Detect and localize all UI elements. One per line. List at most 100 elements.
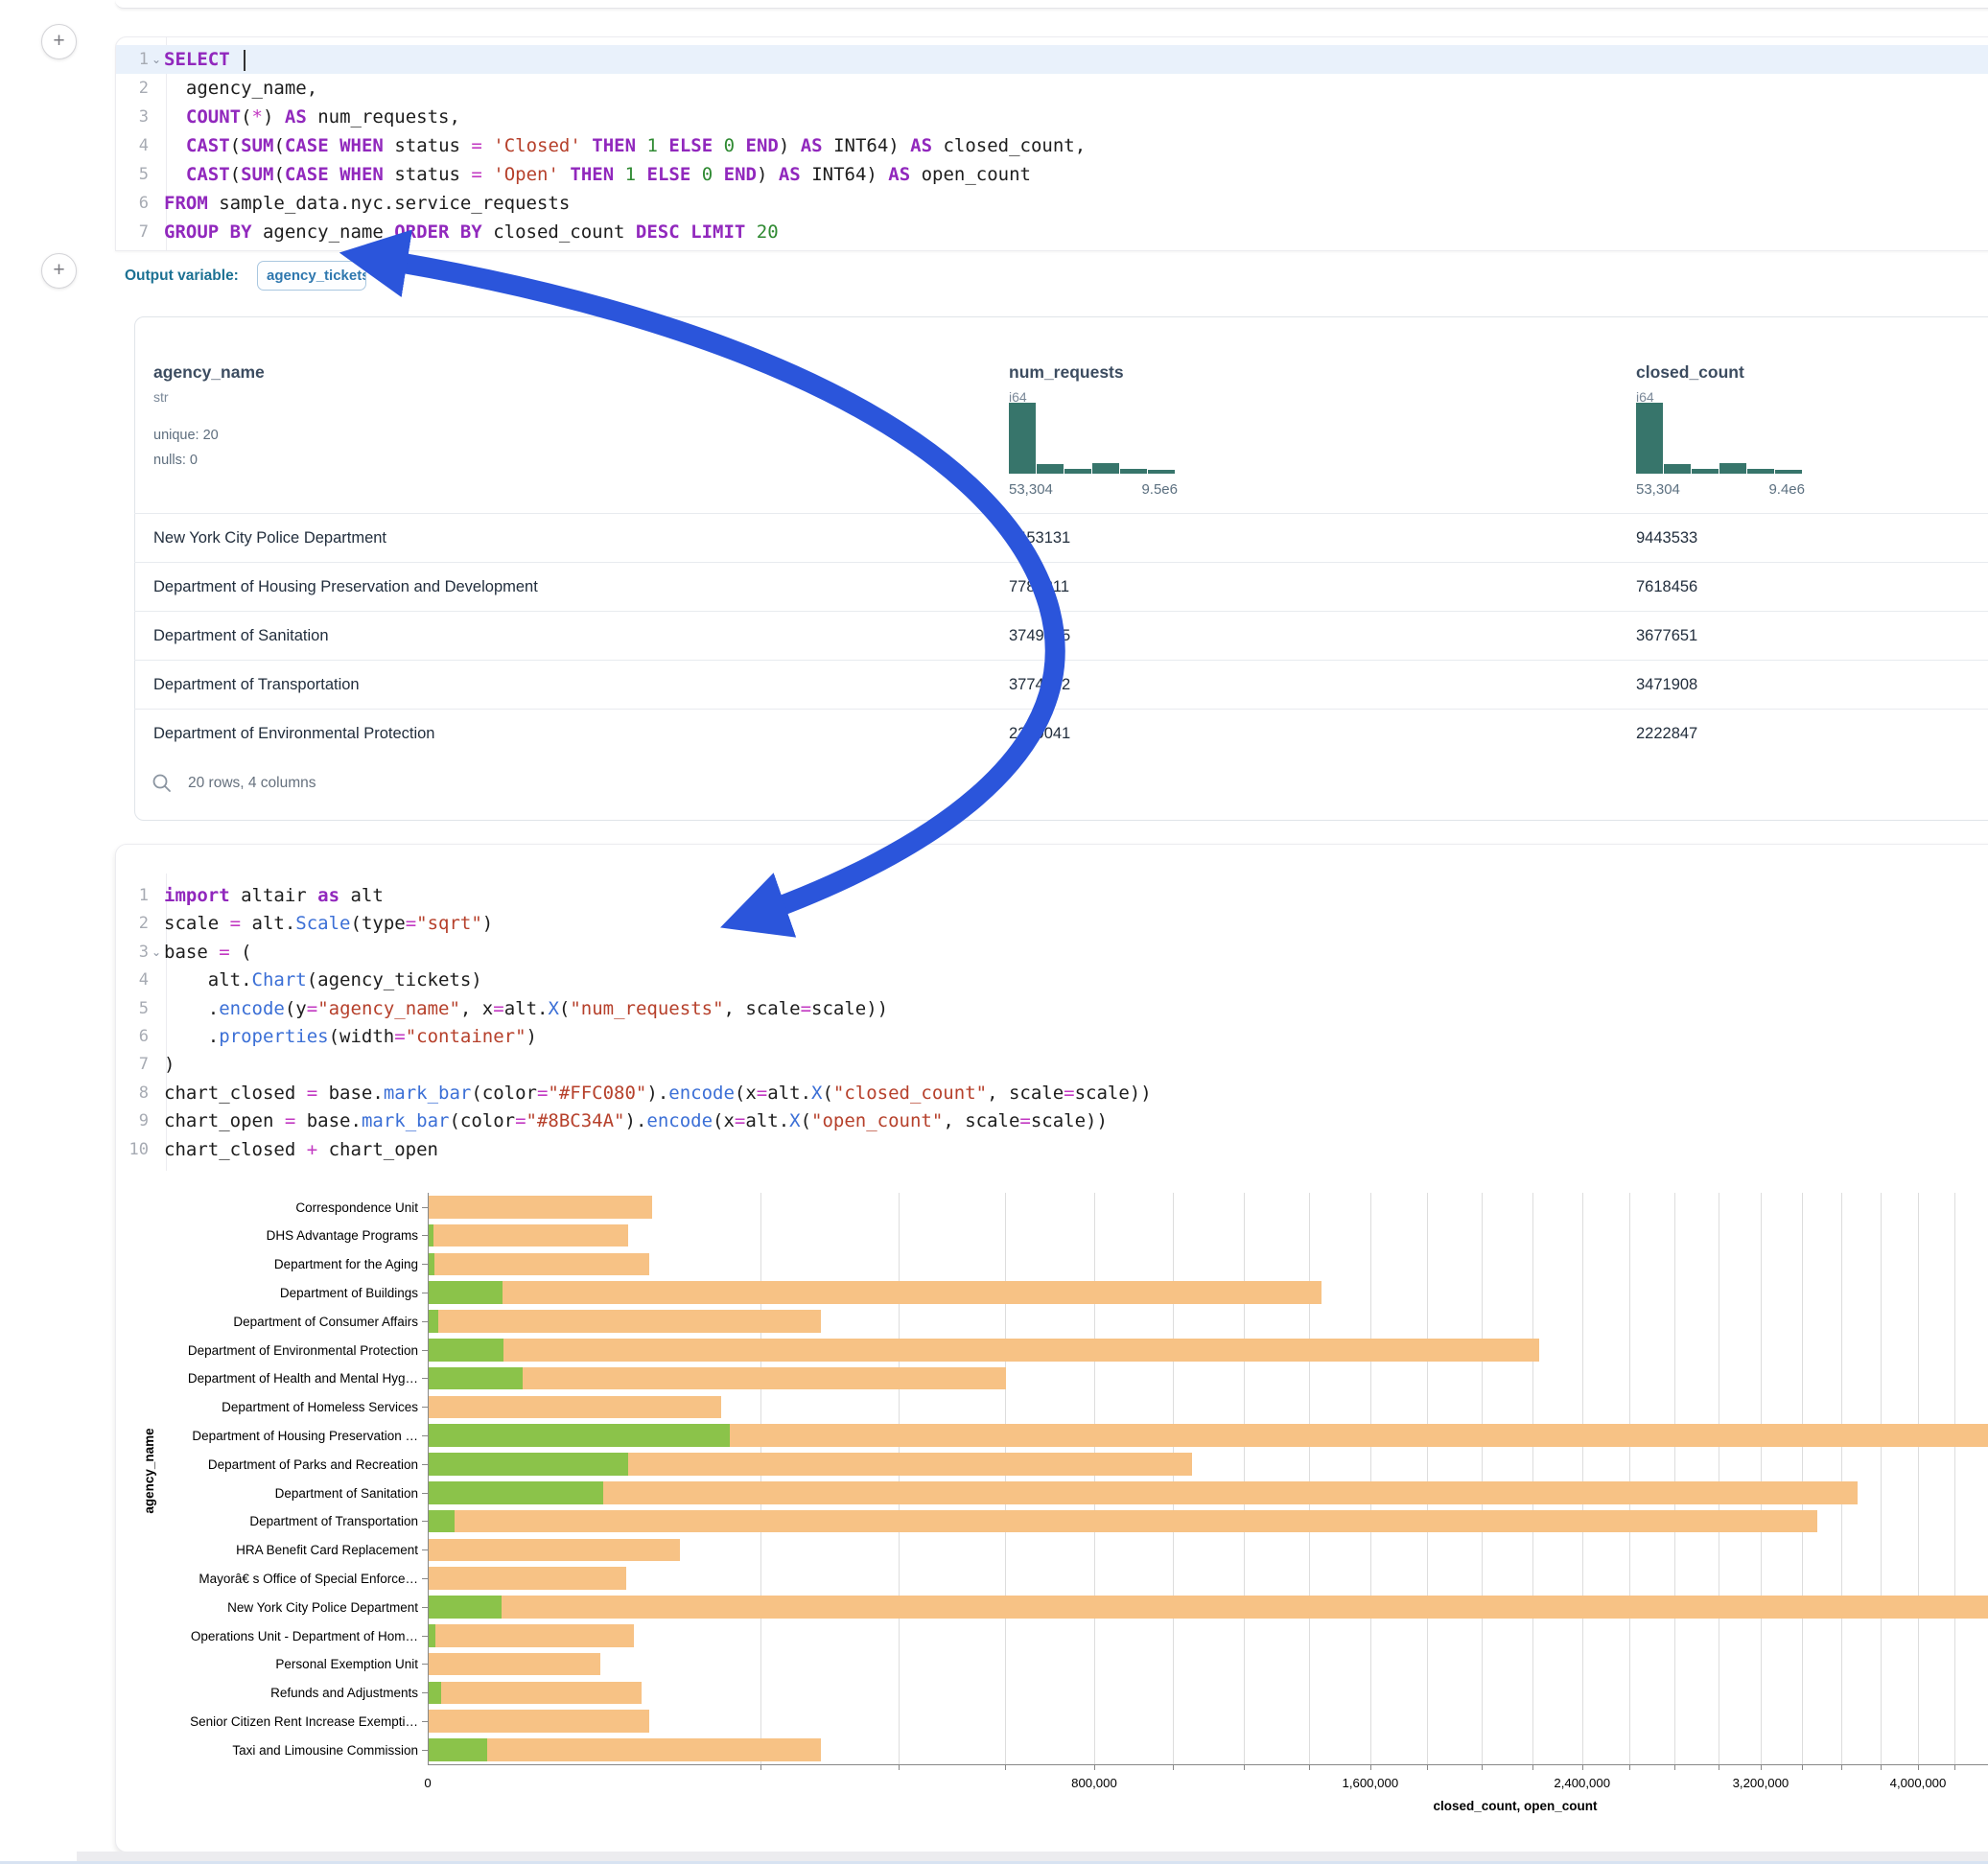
line-number: 3 xyxy=(116,103,149,131)
code-text: chart_open = base.mark_bar(color="#8BC34… xyxy=(164,1110,1108,1131)
code-line[interactable]: 9chart_open = base.mark_bar(color="#8BC3… xyxy=(116,1107,1988,1135)
closed-count-bar xyxy=(429,1281,1321,1304)
open-count-bar xyxy=(429,1596,502,1619)
cell-num-requests: 3749485 xyxy=(1009,612,1070,661)
closed-count-bar xyxy=(429,1310,821,1333)
column-header-agency-name[interactable]: agency_name xyxy=(153,362,265,383)
closed-count-bar xyxy=(429,1224,628,1247)
code-text: CAST(SUM(CASE WHEN status = 'Open' THEN … xyxy=(164,164,1031,185)
closed-count-bar xyxy=(429,1653,600,1676)
chart-gridline xyxy=(1370,1193,1371,1764)
add-cell-button[interactable]: + xyxy=(41,24,77,59)
page-bottom-band xyxy=(77,1852,1988,1861)
x-axis-tick xyxy=(1954,1765,1955,1770)
code-line[interactable]: 5 .encode(y="agency_name", x=alt.X("num_… xyxy=(116,995,1988,1023)
code-text: FROM sample_data.nyc.service_requests xyxy=(164,193,570,214)
y-axis-tick xyxy=(422,1636,428,1637)
code-line[interactable]: 4 alt.Chart(agency_tickets) xyxy=(116,967,1988,994)
code-line[interactable]: 3⌄base = ( xyxy=(116,939,1988,967)
closed-count-bar xyxy=(429,1196,652,1219)
y-axis-title: agency_name xyxy=(142,1375,156,1567)
closed-count-bar xyxy=(429,1510,1817,1533)
y-axis-tick xyxy=(422,1435,428,1436)
cell-closed-count: 7618456 xyxy=(1636,563,1697,612)
y-axis-tick xyxy=(422,1578,428,1579)
code-line[interactable]: 6 .properties(width="container") xyxy=(116,1023,1988,1051)
python-code-editor[interactable]: 1import altair as alt2scale = alt.Scale(… xyxy=(116,882,1988,1164)
y-axis-line xyxy=(428,1193,429,1764)
code-text: GROUP BY agency_name ORDER BY closed_cou… xyxy=(164,221,779,243)
x-axis-tick xyxy=(1802,1765,1803,1770)
code-line[interactable]: 2scale = alt.Scale(type="sqrt") xyxy=(116,910,1988,938)
open-count-bar xyxy=(429,1682,441,1705)
table-row: Department of Environmental Protection22… xyxy=(134,709,1988,758)
closed-count-bar xyxy=(429,1738,821,1761)
open-count-bar xyxy=(429,1310,438,1333)
x-axis-tick xyxy=(1918,1765,1919,1770)
fold-chevron-icon[interactable]: ⌄ xyxy=(149,45,164,74)
code-line[interactable]: 7) xyxy=(116,1051,1988,1079)
histogram-bar xyxy=(1009,403,1036,474)
column-stat-nulls: nulls: 0 xyxy=(153,453,198,468)
y-axis-label: Department of Parks and Recreation xyxy=(0,1457,418,1472)
code-line[interactable]: 10chart_closed + chart_open xyxy=(116,1136,1988,1164)
histogram-min-label: 53,304 xyxy=(1636,481,1680,498)
output-variable-input[interactable]: agency_tickets xyxy=(257,261,366,291)
code-line[interactable]: 1import altair as alt xyxy=(116,882,1988,910)
open-count-bar xyxy=(429,1367,523,1390)
x-axis-tick-label: 800,000 xyxy=(1071,1776,1117,1790)
closed-count-bar xyxy=(429,1339,1539,1362)
fold-chevron-icon[interactable]: ⌄ xyxy=(149,939,164,967)
histogram-bar xyxy=(1120,469,1147,474)
line-number: 1 xyxy=(116,882,149,910)
chart-gridline xyxy=(1954,1193,1955,1764)
code-line[interactable]: 6FROM sample_data.nyc.service_requests xyxy=(116,189,1988,218)
search-icon[interactable] xyxy=(152,773,173,794)
closed-count-bar xyxy=(429,1682,642,1705)
code-line[interactable]: 3 COUNT(*) AS num_requests, xyxy=(116,103,1988,131)
code-text: .encode(y="agency_name", x=alt.X("num_re… xyxy=(164,998,888,1019)
closed-count-bar xyxy=(429,1539,680,1562)
chart-gridline xyxy=(1802,1193,1803,1764)
y-axis-tick xyxy=(422,1549,428,1550)
x-axis-tick xyxy=(899,1765,900,1770)
y-axis-tick xyxy=(422,1664,428,1665)
sql-code-editor[interactable]: 1⌄SELECT 2 agency_name,3 COUNT(*) AS num… xyxy=(116,45,1988,246)
column-header-closed-count[interactable]: closed_count xyxy=(1636,362,1744,383)
chart-gridline xyxy=(1761,1193,1762,1764)
code-line[interactable]: 8chart_closed = base.mark_bar(color="#FF… xyxy=(116,1080,1988,1107)
num-requests-histogram xyxy=(1009,403,1178,474)
code-line[interactable]: 1⌄SELECT xyxy=(116,45,1988,74)
code-text: CAST(SUM(CASE WHEN status = 'Closed' THE… xyxy=(164,135,1086,156)
code-line[interactable]: 7GROUP BY agency_name ORDER BY closed_co… xyxy=(116,218,1988,246)
histogram-bar xyxy=(1064,469,1091,474)
open-count-bar xyxy=(429,1453,628,1476)
cell-num-requests: 3774892 xyxy=(1009,661,1070,710)
code-text: ) xyxy=(164,1054,175,1075)
code-text: COUNT(*) AS num_requests, xyxy=(164,106,460,128)
closed-count-bar xyxy=(429,1567,626,1590)
table-search[interactable] xyxy=(152,773,173,799)
y-axis-label: Department of Transportation xyxy=(0,1514,418,1528)
chart-gridline xyxy=(1881,1193,1882,1764)
chart-gridline xyxy=(1427,1193,1428,1764)
histogram-bar xyxy=(1692,469,1719,474)
line-number: 1 xyxy=(116,45,149,74)
add-cell-button[interactable]: + xyxy=(41,253,77,289)
y-axis-tick xyxy=(422,1264,428,1265)
code-line[interactable]: 4 CAST(SUM(CASE WHEN status = 'Closed' T… xyxy=(116,131,1988,160)
text-cursor xyxy=(244,50,246,71)
closed-count-bar xyxy=(429,1624,634,1647)
code-line[interactable]: 5 CAST(SUM(CASE WHEN status = 'Open' THE… xyxy=(116,160,1988,189)
column-header-num-requests[interactable]: num_requests xyxy=(1009,362,1124,383)
cell-agency-name: Department of Sanitation xyxy=(153,612,329,661)
y-axis-tick xyxy=(422,1750,428,1751)
y-axis-tick xyxy=(422,1607,428,1608)
code-line[interactable]: 2 agency_name, xyxy=(116,74,1988,103)
x-axis-tick xyxy=(1532,1765,1533,1770)
cell-agency-name: Department of Housing Preservation and D… xyxy=(153,563,538,612)
open-count-bar xyxy=(429,1481,603,1504)
x-axis-tick xyxy=(1881,1765,1882,1770)
y-axis-label: Refunds and Adjustments xyxy=(0,1686,418,1700)
histogram-max-label: 9.4e6 xyxy=(1713,481,1805,498)
